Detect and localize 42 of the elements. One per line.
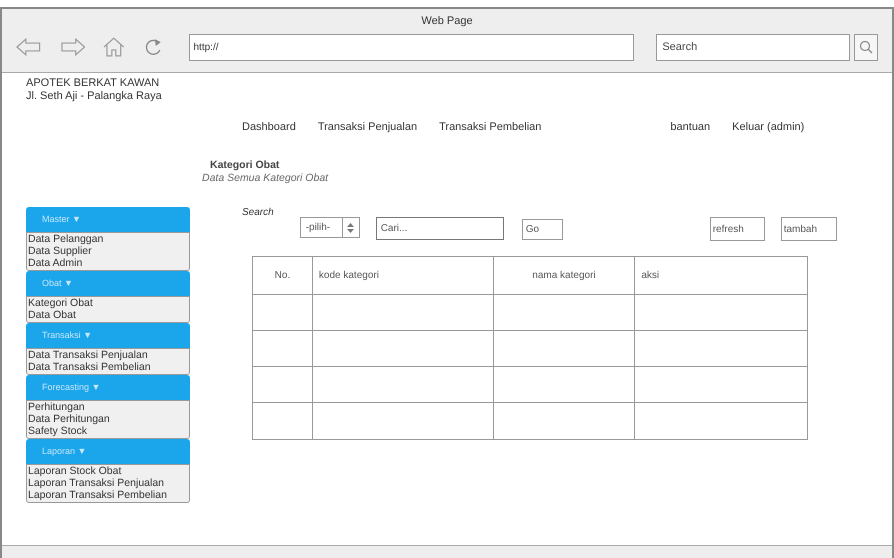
menu-item[interactable]: Safety Stock: [28, 425, 189, 437]
search-label: Search: [242, 206, 274, 220]
reload-icon[interactable]: [144, 37, 162, 57]
menu-item[interactable]: Data Transaksi Penjualan: [28, 349, 189, 361]
menu-item[interactable]: Kategori Obat: [28, 297, 189, 309]
nav-link[interactable]: Keluar (admin): [732, 118, 804, 136]
nav-link[interactable]: Transaksi Pembelian: [439, 118, 542, 136]
spinner-arrows-icon: [347, 222, 354, 232]
add-button[interactable]: tambah: [780, 217, 837, 241]
home-icon[interactable]: [103, 37, 125, 57]
query-field[interactable]: Cari...: [376, 217, 504, 240]
refresh-button[interactable]: refresh: [710, 217, 765, 241]
menu-item[interactable]: Data Perhitungan: [28, 413, 189, 425]
menu-item[interactable]: Laporan Transaksi Pembelian: [28, 489, 189, 501]
pharmacy-address: Jl. Seth Aji - Palangka Raya: [26, 90, 163, 103]
column-header: No.: [274, 269, 292, 283]
column-header: aksi: [634, 257, 808, 294]
url-field[interactable]: http://: [188, 34, 634, 60]
nav-link[interactable]: Transaksi Penjualan: [318, 118, 418, 136]
column-header: kode kategori: [312, 257, 493, 294]
nav-link[interactable]: Dashboard: [242, 118, 296, 136]
category-select[interactable]: -pilih-: [300, 217, 360, 238]
menu-item[interactable]: Data Supplier: [28, 245, 189, 257]
menu-item[interactable]: Laporan Transaksi Penjualan: [28, 477, 189, 489]
nav-link[interactable]: bantuan: [670, 118, 710, 136]
menu-item[interactable]: Laporan Stock Obat: [28, 465, 189, 477]
forward-arrow-icon[interactable]: [60, 38, 86, 56]
menu-item[interactable]: Data Obat: [28, 309, 189, 321]
search-field[interactable]: Search: [656, 34, 850, 60]
back-arrow-icon[interactable]: [16, 38, 42, 56]
menu-item[interactable]: Perhitungan: [28, 401, 189, 413]
search-button[interactable]: [854, 34, 878, 60]
menu-item[interactable]: Data Pelanggan: [28, 233, 189, 245]
page-subtitle: Data Semua Kategori Obat: [202, 172, 330, 185]
menu-item[interactable]: Data Transaksi Pembelian: [28, 361, 189, 373]
column-header: nama kategori: [492, 257, 634, 294]
search-icon: [859, 40, 874, 54]
menu-item[interactable]: Data Admin: [28, 257, 189, 269]
page-title: Kategori Obat: [210, 159, 280, 172]
window-title: Web Page: [421, 14, 473, 27]
pharmacy-name: APOTEK BERKAT KAWAN: [26, 77, 160, 90]
go-button[interactable]: Go: [522, 219, 563, 240]
